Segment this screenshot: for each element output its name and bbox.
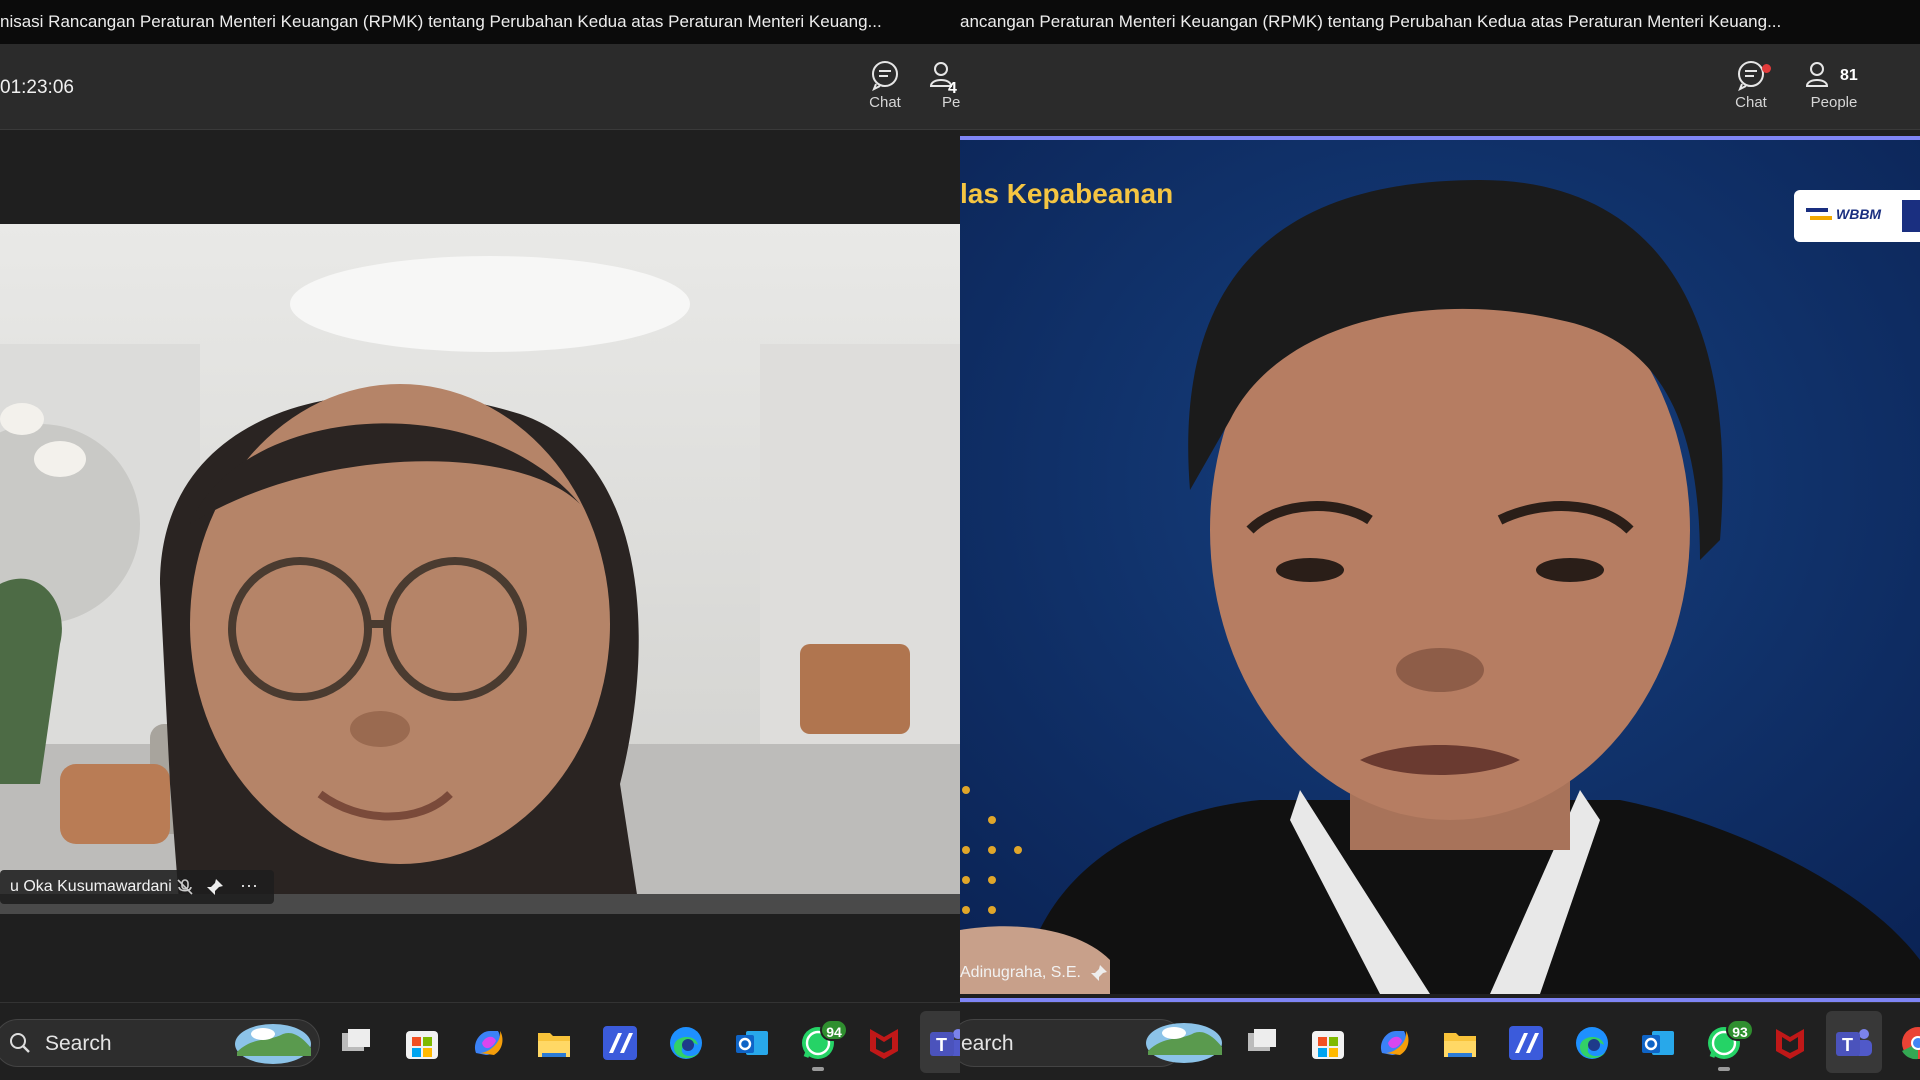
running-indicator — [812, 1067, 824, 1071]
search-text: Search — [45, 1032, 112, 1055]
wbbm-logo-text: WBBM — [1836, 206, 1882, 222]
taskbar: earch 93 T — [960, 1002, 1920, 1080]
window-title-bar: ancangan Peraturan Menteri Keuangan (RPM… — [960, 0, 1920, 44]
search-text: earch — [961, 1032, 1014, 1055]
window-title-bar: nisasi Rancangan Peraturan Menteri Keuan… — [0, 0, 960, 44]
chat-button[interactable]: Chat — [850, 58, 920, 118]
mcafee-icon[interactable] — [864, 1023, 904, 1063]
people-button[interactable]: 81 People — [1796, 58, 1872, 118]
chat-button[interactable]: Chat — [1716, 58, 1786, 118]
svg-text:T: T — [936, 1035, 947, 1055]
mic-muted-icon — [177, 879, 193, 895]
teams-icon: T — [1836, 1029, 1872, 1056]
people-button[interactable]: 4 Pe — [924, 58, 960, 118]
people-count: 81 — [1840, 67, 1858, 84]
edge-icon[interactable] — [666, 1023, 706, 1063]
chat-label: Chat — [869, 94, 901, 111]
copilot-icon[interactable] — [468, 1023, 508, 1063]
participant-video — [0, 224, 960, 914]
logo-card: WBBM — [1794, 190, 1920, 242]
meeting-toolbar: Chat 81 People — [960, 44, 1920, 130]
pin-icon[interactable] — [206, 878, 224, 896]
maple-app-icon[interactable] — [600, 1023, 640, 1063]
whatsapp-button[interactable]: 93 — [1704, 1019, 1754, 1071]
teams-active-tile[interactable]: T — [1826, 1011, 1882, 1073]
left-meeting-window: nisasi Rancangan Peraturan Menteri Keuan… — [0, 0, 960, 1080]
people-label: People — [1810, 94, 1858, 111]
edge-icon[interactable] — [1572, 1023, 1612, 1063]
store-icon[interactable] — [1308, 1023, 1348, 1063]
task-view-icon[interactable] — [336, 1023, 376, 1063]
file-explorer-icon[interactable] — [1440, 1023, 1480, 1063]
participant-name: Adinugraha, S.E. — [960, 964, 1081, 981]
chat-label: Chat — [1735, 94, 1767, 111]
video-stage: u Oka Kusumawardani ··· — [0, 130, 960, 1002]
store-icon[interactable] — [402, 1023, 442, 1063]
whatsapp-badge: 94 — [820, 1019, 848, 1041]
outlook-icon[interactable] — [732, 1023, 772, 1063]
video-stage: las Kepabeanan WBBM Adinugraha, S.E. — [960, 130, 1920, 1002]
participant-name-tag: Adinugraha, S.E. — [960, 956, 1107, 990]
outlook-icon[interactable] — [1638, 1023, 1678, 1063]
taskbar-search[interactable]: Search — [0, 1019, 320, 1067]
running-indicator — [1718, 1067, 1730, 1071]
pin-icon[interactable] — [1090, 964, 1108, 982]
landscape-widget — [235, 1024, 311, 1064]
more-options-button[interactable]: ··· — [240, 868, 258, 902]
people-count: 4 — [948, 80, 957, 97]
search-icon — [10, 1033, 30, 1053]
whatsapp-button[interactable]: 94 — [798, 1019, 848, 1071]
participant-name: u Oka Kusumawardani — [10, 878, 172, 895]
wbbm-logo-icon — [1806, 208, 1832, 220]
participant-video — [960, 140, 1920, 994]
svg-text:T: T — [1842, 1035, 1853, 1055]
chat-icon — [872, 61, 898, 92]
taskbar: Search 94 T — [0, 1002, 960, 1080]
landscape-widget — [1146, 1023, 1222, 1063]
teams-active-tile[interactable]: T — [920, 1011, 960, 1073]
meeting-toolbar: 01:23:06 Chat 4 Pe — [0, 44, 960, 130]
teams-icon: T — [930, 1029, 960, 1056]
presentation-banner-text: las Kepabeanan — [960, 178, 1174, 209]
chat-notification-dot — [1762, 64, 1771, 73]
people-icon — [1805, 62, 1829, 87]
meeting-timer: 01:23:06 — [0, 77, 74, 98]
copilot-icon[interactable] — [1374, 1023, 1414, 1063]
task-view-icon[interactable] — [1242, 1023, 1282, 1063]
chrome-icon[interactable] — [1898, 1023, 1920, 1063]
participant-name-tag: u Oka Kusumawardani ··· — [0, 870, 274, 904]
meeting-title: nisasi Rancangan Peraturan Menteri Keuan… — [0, 12, 882, 31]
whatsapp-badge: 93 — [1726, 1019, 1754, 1041]
maple-app-icon[interactable] — [1506, 1023, 1546, 1063]
second-logo-fragment — [1902, 200, 1920, 232]
right-meeting-window: ancangan Peraturan Menteri Keuangan (RPM… — [960, 0, 1920, 1080]
chat-icon — [1738, 61, 1764, 92]
file-explorer-icon[interactable] — [534, 1023, 574, 1063]
meeting-title: ancangan Peraturan Menteri Keuangan (RPM… — [960, 12, 1782, 31]
mcafee-icon[interactable] — [1770, 1023, 1810, 1063]
